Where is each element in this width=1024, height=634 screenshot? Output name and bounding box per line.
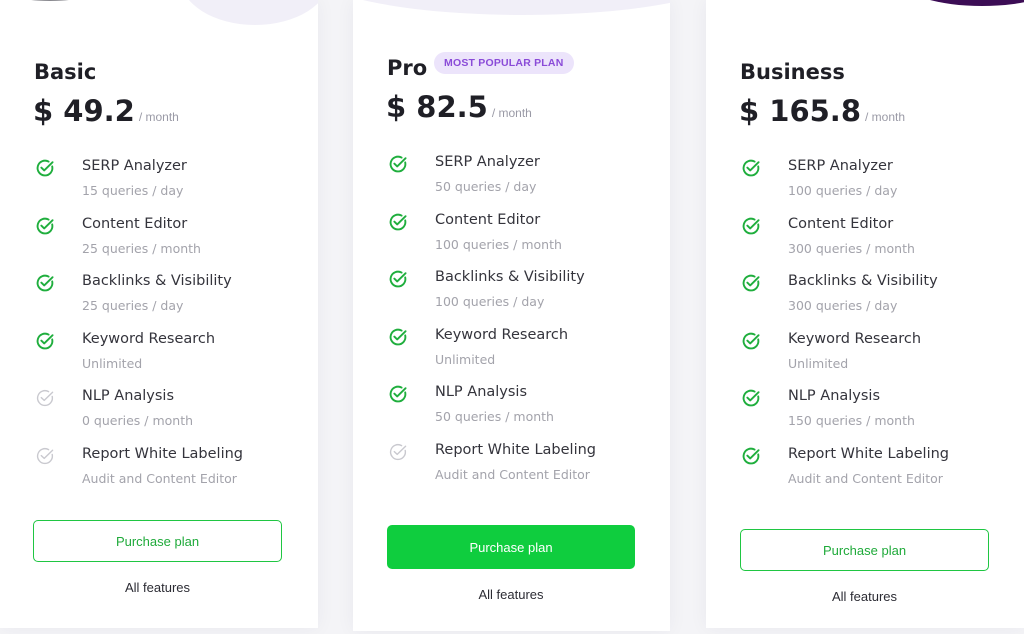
feature-title: NLP Analysis <box>788 388 881 404</box>
check-circle-icon <box>388 384 408 404</box>
price-amount: $ 49.2 <box>33 94 135 128</box>
check-circle-icon <box>35 158 55 178</box>
feature-title: Keyword Research <box>82 330 216 347</box>
check-circle-icon <box>388 154 408 174</box>
plan-card-pro: Pro MOST POPULAR PLAN $ 82.5/ month SERP… <box>353 0 670 631</box>
feature-title: Keyword Research <box>435 326 569 343</box>
check-circle-icon <box>388 269 408 289</box>
feature-detail: Audit and Content Editor <box>788 470 943 486</box>
plan-name: Basic <box>34 60 97 84</box>
price-period: / month <box>138 110 179 124</box>
feature-detail: 25 queries / month <box>82 240 201 256</box>
all-features-link-business[interactable]: All features <box>740 589 989 604</box>
check-circle-icon <box>35 273 55 293</box>
purchase-plan-button-basic[interactable]: Purchase plan <box>33 520 282 562</box>
feature-title: Report White Labeling <box>82 445 243 462</box>
price-period: / month <box>865 110 906 124</box>
check-circle-icon <box>741 216 761 236</box>
feature-detail: 300 queries / month <box>788 240 915 256</box>
plan-card-basic: Basic $ 49.2/ month SERP Analyzer 15 quer… <box>0 0 318 628</box>
plan-price: $ 82.5/ month <box>386 90 532 124</box>
all-features-link-pro[interactable]: All features <box>387 587 635 602</box>
check-circle-icon <box>741 331 761 351</box>
feature-detail: 300 queries / day <box>788 298 898 313</box>
feature-detail: 100 queries / day <box>788 183 898 198</box>
feature-detail: Unlimited <box>435 351 496 367</box>
purchase-plan-button-pro[interactable]: Purchase plan <box>387 525 635 569</box>
check-circle-icon <box>35 216 55 236</box>
feature-detail: 150 queries / month <box>788 413 915 428</box>
feature-title: Keyword Research <box>788 330 922 347</box>
purchase-plan-button-business[interactable]: Purchase plan <box>740 529 989 571</box>
decorative-shape <box>902 0 1024 6</box>
feature-title: Content Editor <box>435 211 541 228</box>
check-circle-icon <box>741 158 761 178</box>
feature-detail: 15 queries / day <box>82 183 184 198</box>
feature-title: SERP Analyzer <box>82 158 187 174</box>
feature-title: Backlinks & Visibility <box>788 273 938 289</box>
check-circle-disabled-icon <box>388 442 408 462</box>
feature-title: Report White Labeling <box>435 441 596 458</box>
feature-detail: 50 queries / day <box>435 179 537 194</box>
price-amount: $ 165.8 <box>739 94 862 128</box>
decorative-shape <box>180 0 318 25</box>
feature-detail: 0 queries / month <box>82 413 194 428</box>
feature-detail: 50 queries / month <box>435 409 554 424</box>
feature-detail: 25 queries / day <box>82 298 184 313</box>
check-circle-disabled-icon <box>35 388 55 408</box>
feature-detail: Audit and Content Editor <box>435 466 590 482</box>
feature-detail: Unlimited <box>788 355 849 371</box>
check-circle-icon <box>388 327 408 347</box>
price-period: / month <box>491 106 532 120</box>
feature-detail: Unlimited <box>82 355 143 371</box>
feature-title: Backlinks & Visibility <box>82 273 232 289</box>
feature-title: Content Editor <box>788 215 894 232</box>
price-amount: $ 82.5 <box>386 90 488 124</box>
feature-detail: 100 queries / day <box>435 294 545 309</box>
feature-title: Backlinks & Visibility <box>435 269 585 285</box>
feature-detail: 100 queries / month <box>435 236 562 252</box>
check-circle-icon <box>388 212 408 232</box>
decorative-shape <box>353 0 670 15</box>
plan-name: Business <box>740 60 845 84</box>
plan-price: $ 49.2/ month <box>33 94 179 128</box>
feature-detail: Audit and Content Editor <box>82 470 237 486</box>
plan-price: $ 165.8/ month <box>739 94 905 128</box>
check-circle-icon <box>741 446 761 466</box>
all-features-link-basic[interactable]: All features <box>33 580 282 595</box>
feature-title: NLP Analysis <box>82 388 175 404</box>
check-circle-icon <box>35 331 55 351</box>
feature-title: Content Editor <box>82 215 188 232</box>
decorative-shape <box>20 0 80 1</box>
check-circle-disabled-icon <box>35 446 55 466</box>
feature-title: SERP Analyzer <box>788 158 893 174</box>
check-circle-icon <box>741 388 761 408</box>
most-popular-badge: MOST POPULAR PLAN <box>434 52 574 74</box>
check-circle-icon <box>741 273 761 293</box>
feature-title: NLP Analysis <box>435 384 528 400</box>
feature-title: Report White Labeling <box>788 445 949 462</box>
plan-card-business: Business $ 165.8/ month SERP Analyzer 100… <box>706 0 1024 628</box>
plan-name: Pro <box>387 56 428 80</box>
feature-title: SERP Analyzer <box>435 154 540 170</box>
